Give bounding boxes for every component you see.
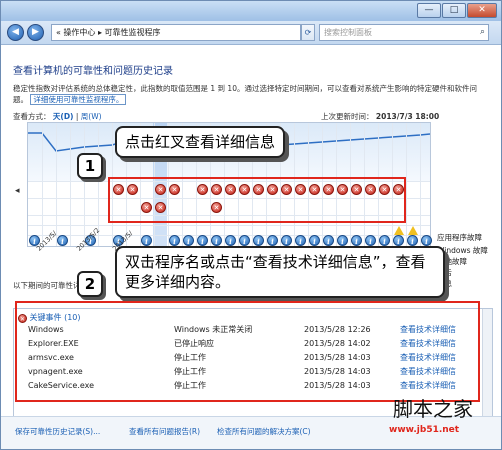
callout-1: 点击红叉查看详细信息: [115, 126, 286, 158]
last-updated-label: 上次更新时间：: [321, 112, 374, 121]
information-icon[interactable]: i: [295, 235, 306, 246]
search-placeholder: 搜索控制面板: [324, 28, 372, 37]
information-icon[interactable]: i: [407, 235, 418, 246]
chart-gridline: [98, 123, 99, 246]
events-highlight-box: [15, 301, 480, 402]
view-separator: |: [75, 112, 79, 121]
information-icon[interactable]: i: [211, 235, 222, 246]
maximize-button[interactable]: □: [442, 3, 466, 18]
information-icon[interactable]: i: [225, 235, 236, 246]
scroll-left-icon[interactable]: ◂: [15, 186, 20, 196]
information-icon[interactable]: i: [393, 235, 404, 246]
information-icon[interactable]: i: [197, 235, 208, 246]
information-icon[interactable]: i: [309, 235, 320, 246]
view-week-link[interactable]: 周(W): [81, 112, 102, 121]
view-all-reports-link[interactable]: 查看所有问题报告(R): [129, 426, 200, 437]
callout-1-number: 1: [77, 153, 103, 179]
information-icon[interactable]: i: [351, 235, 362, 246]
chart-gridline: [420, 123, 421, 246]
information-icon[interactable]: i: [183, 235, 194, 246]
information-icon[interactable]: i: [337, 235, 348, 246]
information-icon[interactable]: i: [141, 235, 152, 246]
information-icon[interactable]: i: [169, 235, 180, 246]
page-description: 稳定性指数对评估系统的总体稳定性，此指数的取值范围是 1 到 10。通过选择特定…: [13, 83, 483, 105]
watermark-url: www.jb51.net: [389, 425, 460, 435]
legend-item: 应用程序故障: [437, 233, 482, 242]
list-scrollbar[interactable]: [482, 309, 492, 419]
search-icon[interactable]: ⌕: [480, 25, 485, 40]
view-by-selector: 查看方式： 天(D) | 周(W): [13, 111, 102, 122]
close-button[interactable]: ✕: [467, 3, 497, 18]
information-icon[interactable]: i: [239, 235, 250, 246]
save-history-link[interactable]: 保存可靠性历史记录(S)...: [15, 426, 100, 437]
chart-row-separator: [28, 225, 430, 226]
chart-gridline: [84, 123, 85, 246]
learn-more-link[interactable]: 详细使用可靠性监视程序。: [30, 94, 127, 105]
callout-2: 双击程序名或点击“查看技术详细信息”，查看更多详细内容。: [115, 246, 445, 298]
reliability-monitor-window: — □ ✕ ◀ ▶ « 操作中心 ▸ 可靠性监视程序 ⟳ 搜索控制面板 ⌕ 查看…: [0, 0, 502, 450]
page-title: 查看计算机的可靠性和问题历史记录: [13, 66, 173, 77]
chart-gridline: [42, 123, 43, 246]
view-day-link[interactable]: 天(D): [53, 112, 74, 121]
check-solutions-link[interactable]: 检查所有问题的解决方案(C): [217, 426, 311, 437]
information-icon[interactable]: i: [267, 235, 278, 246]
information-icon[interactable]: i: [57, 235, 68, 246]
chart-gridline: [56, 123, 57, 246]
minimize-button[interactable]: —: [417, 3, 441, 18]
chart-gridline: [406, 123, 407, 246]
view-by-label: 查看方式：: [13, 112, 51, 121]
chart-gridline: [70, 123, 71, 246]
information-icon[interactable]: i: [253, 235, 264, 246]
forward-arrow-icon[interactable]: ▶: [27, 24, 44, 41]
warning-icon[interactable]: [394, 226, 404, 235]
address-bar[interactable]: « 操作中心 ▸ 可靠性监视程序: [51, 24, 301, 41]
information-icon[interactable]: i: [365, 235, 376, 246]
navigation-bar: ◀ ▶ « 操作中心 ▸ 可靠性监视程序 ⟳ 搜索控制面板 ⌕: [1, 21, 501, 45]
watermark-title: 脚本之家: [393, 397, 473, 421]
callout-2-number: 2: [77, 271, 103, 297]
information-icon[interactable]: i: [379, 235, 390, 246]
last-updated: 上次更新时间： 2013/7/3 18:00: [321, 111, 439, 122]
search-input[interactable]: 搜索控制面板 ⌕: [319, 24, 489, 41]
information-icon[interactable]: i: [281, 235, 292, 246]
chart-highlight-box: [108, 177, 406, 223]
back-arrow-icon[interactable]: ◀: [7, 24, 24, 41]
refresh-icon[interactable]: ⟳: [301, 24, 315, 41]
information-icon[interactable]: i: [323, 235, 334, 246]
title-bar: — □ ✕: [1, 1, 501, 21]
warning-icon[interactable]: [408, 226, 418, 235]
information-icon[interactable]: i: [421, 235, 432, 246]
last-updated-value: 2013/7/3 18:00: [375, 112, 440, 121]
